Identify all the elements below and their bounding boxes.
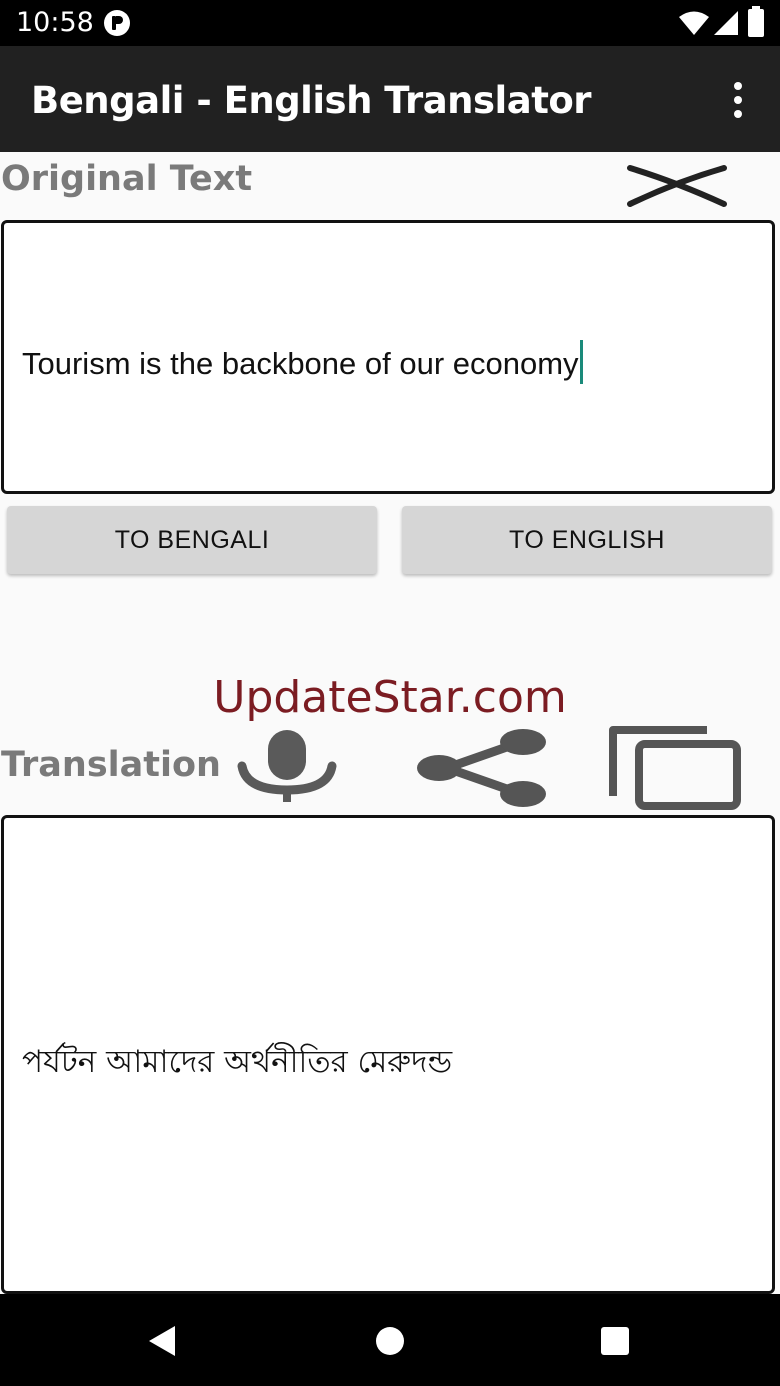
app-bar: Bengali - English Translator	[0, 46, 780, 152]
watermark: UpdateStar.com	[213, 672, 567, 723]
mic-icon[interactable]	[236, 730, 338, 809]
original-text-label: Original Text	[1, 159, 253, 199]
text-caret	[579, 340, 583, 384]
app-title: Bengali - English Translator	[31, 79, 592, 122]
notification-icon	[103, 9, 131, 42]
original-text-value[interactable]: Tourism is the backbone of our economy	[22, 340, 583, 384]
translation-text: পর্যটন আমাদের অর্থনীতির মেরুদন্ড	[22, 1044, 453, 1080]
more-vert-icon[interactable]	[720, 76, 756, 124]
translation-output[interactable]: পর্যটন আমাদের অর্থনীতির মেরুদন্ড	[1, 815, 775, 1294]
original-input-text: Tourism is the backbone of our economy	[22, 346, 579, 381]
to-bengali-button[interactable]: TO BENGALI	[7, 506, 377, 574]
copy-icon[interactable]	[607, 724, 743, 817]
signal-icon	[713, 10, 739, 41]
wifi-icon	[678, 10, 710, 41]
close-icon[interactable]	[626, 160, 728, 215]
home-icon[interactable]	[375, 1326, 405, 1361]
translation-label: Translation	[1, 745, 221, 785]
share-icon[interactable]	[417, 728, 549, 813]
system-nav-bar	[0, 1294, 780, 1386]
original-text-input[interactable]: Tourism is the backbone of our economy	[1, 220, 775, 494]
recents-icon[interactable]	[600, 1326, 630, 1361]
battery-icon	[747, 6, 765, 43]
to-english-button[interactable]: TO ENGLISH	[402, 506, 772, 574]
status-bar: 10:58	[0, 0, 780, 46]
status-time: 10:58	[16, 7, 94, 38]
back-icon[interactable]	[147, 1325, 177, 1362]
